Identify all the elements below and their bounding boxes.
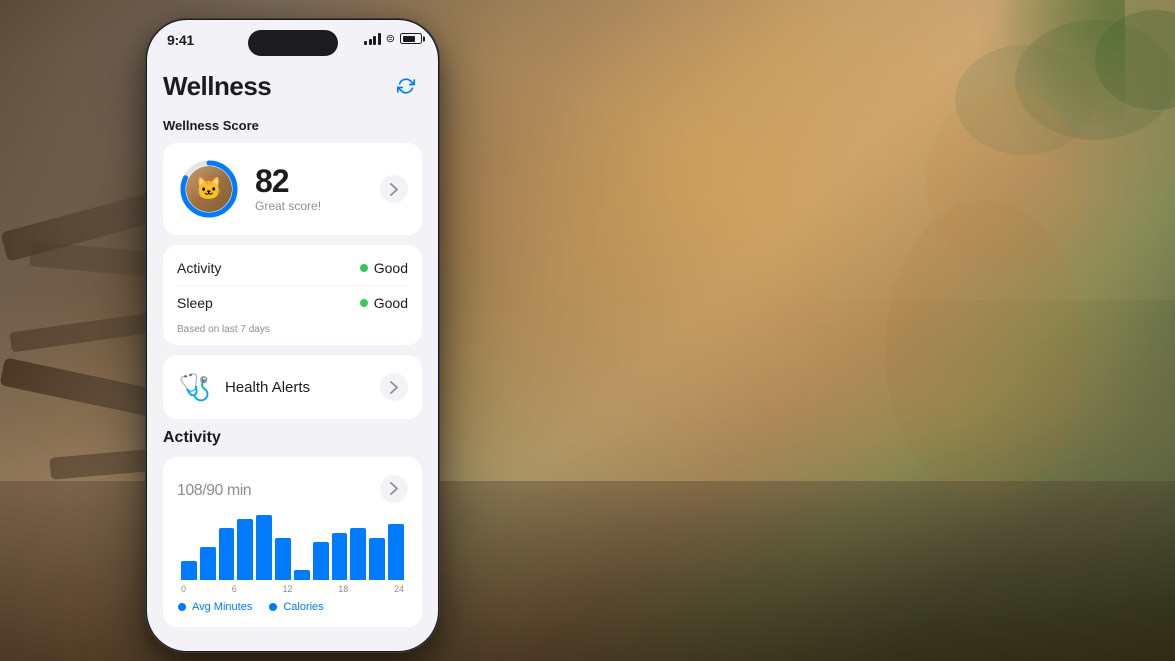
activity-dot	[360, 264, 368, 272]
activity-status: Good	[360, 260, 408, 276]
chart-bars	[177, 515, 408, 580]
page-title: Wellness	[163, 71, 271, 102]
sleep-dot	[360, 299, 368, 307]
activity-chevron-button[interactable]	[380, 475, 408, 503]
refresh-button[interactable]	[390, 70, 422, 102]
status-icons: ⊜	[364, 32, 422, 45]
activity-stat-row: Activity Good	[177, 251, 408, 285]
chart-bar	[275, 538, 291, 580]
score-circle: 🐱	[177, 157, 241, 221]
sleep-status: Good	[360, 295, 408, 311]
signal-icon	[364, 33, 381, 45]
wellness-chevron-button[interactable]	[380, 175, 408, 203]
avg-minutes-label: Avg Minutes	[192, 601, 252, 613]
chart-bar	[332, 533, 348, 579]
chart-bar	[313, 542, 329, 579]
avg-minutes-icon	[177, 602, 187, 612]
phone-screen: 9:41 ⊜ Welln	[147, 20, 438, 651]
activity-chart: 0 6 12 18 24	[177, 515, 408, 595]
calories-legend: Calories	[268, 601, 323, 613]
wellness-score-card[interactable]: 🐱 82 Great score!	[163, 143, 422, 235]
chart-bar	[369, 538, 385, 580]
health-alerts-title: Health Alerts	[225, 379, 368, 396]
chart-legend: Avg Minutes Calories	[177, 595, 408, 613]
score-description: Great score!	[255, 199, 366, 213]
activity-status-text: Good	[374, 260, 408, 276]
app-content[interactable]: Wellness Wellness Score	[147, 70, 438, 651]
chevron-right-icon	[390, 183, 398, 196]
chart-bar	[219, 528, 235, 579]
chart-bar	[294, 570, 310, 579]
calories-label: Calories	[283, 601, 323, 613]
activity-label: Activity	[177, 260, 221, 276]
stats-footnote: Based on last 7 days	[177, 320, 408, 335]
app-header: Wellness	[163, 70, 422, 102]
activity-value-container: 108/90 min	[177, 471, 251, 502]
chart-bar	[388, 524, 404, 580]
alerts-chevron-button[interactable]	[380, 373, 408, 401]
health-alerts-icon: 🩺	[177, 369, 213, 405]
activity-card: 108/90 min 0	[163, 457, 422, 627]
status-time: 9:41	[167, 32, 194, 48]
score-number: 82	[255, 165, 366, 197]
chart-bar	[350, 528, 366, 579]
phone-wrapper: 9:41 ⊜ Welln	[145, 18, 440, 653]
activity-header: 108/90 min	[177, 471, 408, 503]
chevron-right-icon	[390, 482, 398, 495]
sleep-stat-row: Sleep Good	[177, 285, 408, 320]
health-alerts-card[interactable]: 🩺 Health Alerts	[163, 355, 422, 419]
activity-section-label: Activity	[163, 429, 422, 447]
chart-x-labels: 0 6 12 18 24	[177, 580, 408, 594]
wellness-score-label: Wellness Score	[163, 118, 422, 133]
sleep-label: Sleep	[177, 295, 213, 311]
score-info: 82 Great score!	[255, 165, 366, 213]
chart-bar	[181, 561, 197, 580]
chart-bar	[200, 547, 216, 580]
sleep-status-text: Good	[374, 295, 408, 311]
chevron-right-icon	[390, 381, 398, 394]
avatar: 🐱	[186, 166, 232, 212]
battery-icon	[400, 33, 422, 44]
stats-card: Activity Good Sleep Good Based on l	[163, 245, 422, 345]
refresh-icon	[397, 77, 415, 95]
activity-unit: /90 min	[202, 482, 251, 499]
calories-icon	[268, 602, 278, 612]
wifi-icon: ⊜	[386, 32, 395, 45]
avg-minutes-legend: Avg Minutes	[177, 601, 252, 613]
phone-frame: 9:41 ⊜ Welln	[145, 18, 440, 653]
chart-bar	[256, 515, 272, 580]
activity-value: 108/90 min	[177, 471, 251, 501]
chart-bar	[237, 519, 253, 579]
dynamic-island	[248, 30, 338, 56]
